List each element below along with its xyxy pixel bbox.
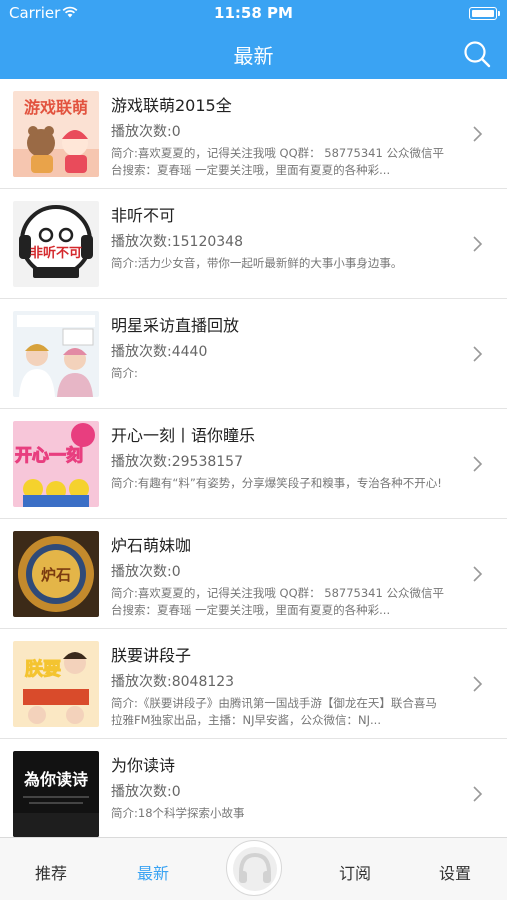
chevron-right-icon	[473, 456, 483, 472]
album-title: 开心一刻丨语你瞳乐	[111, 426, 256, 445]
album-title: 炉石萌妹咖	[111, 536, 192, 555]
album-description: 简介:活力少女音，带你一起听最新鲜的大事小事身边事。	[111, 256, 403, 270]
svg-text:开心一刻: 开心一刻	[15, 445, 83, 466]
album-title: 非听不可	[111, 206, 176, 225]
tab-subscribe[interactable]: 订阅	[315, 860, 395, 884]
svg-text:炉石: 炉石	[41, 566, 71, 584]
chevron-right-icon	[473, 236, 483, 252]
album-title: 游戏联萌2015全	[111, 96, 232, 115]
svg-text:游戏联萌: 游戏联萌	[24, 98, 88, 117]
tab-latest[interactable]: 最新	[113, 860, 193, 884]
album-cover: 游戏联萌	[13, 91, 99, 177]
headphones-icon	[233, 847, 277, 891]
play-count: 播放次数:0	[111, 124, 181, 140]
album-description: 简介:	[111, 366, 138, 380]
tab-bar: 推荐 最新 订阅 设置	[0, 837, 507, 900]
list-item[interactable]: 非听不可 非听不可 播放次数:15120348 简介:活力少女音，带你一起听最新…	[0, 189, 507, 299]
list-item[interactable]: 炉石 炉石萌妹咖 播放次数:0 简介:喜欢夏夏的，记得关注我哦 QQ群： 587…	[0, 519, 507, 629]
album-cover: 开心一刻	[13, 421, 99, 507]
list-item[interactable]: 游戏联萌 游戏联萌2015全 播放次数:0 简介:喜欢夏夏的，记得关注我哦 QQ…	[0, 79, 507, 189]
status-bar: Carrier 11:58 PM	[0, 0, 507, 28]
header: Carrier 11:58 PM 最新	[0, 0, 507, 79]
album-title: 为你读诗	[111, 756, 176, 775]
chevron-right-icon	[473, 566, 483, 582]
play-count: 播放次数:4440	[111, 344, 208, 360]
play-count: 播放次数:15120348	[111, 234, 243, 250]
list-item[interactable]: 朕要 朕要讲段子 播放次数:8048123 简介:《朕要讲段子》由腾讯第一国战手…	[0, 629, 507, 739]
play-count: 播放次数:8048123	[111, 674, 235, 690]
battery-icon	[469, 7, 497, 20]
album-title: 明星采访直播回放	[111, 316, 240, 335]
album-cover	[13, 311, 99, 397]
page-title: 最新	[233, 44, 274, 68]
center-play-button[interactable]	[226, 840, 282, 896]
search-icon[interactable]	[462, 39, 492, 69]
play-count: 播放次数:0	[111, 784, 181, 800]
chevron-right-icon	[473, 676, 483, 692]
album-cover: 朕要	[13, 641, 99, 727]
album-description: 简介:《朕要讲段子》由腾讯第一国战手游【御龙在天】联合喜马拉雅FM独家出品，主播…	[111, 696, 437, 727]
album-cover: 炉石	[13, 531, 99, 617]
album-cover: 為你读诗	[13, 751, 99, 837]
play-count: 播放次数:0	[111, 564, 181, 580]
album-title: 朕要讲段子	[111, 646, 192, 665]
svg-text:非听不可: 非听不可	[30, 245, 82, 261]
album-list: 游戏联萌 游戏联萌2015全 播放次数:0 简介:喜欢夏夏的，记得关注我哦 QQ…	[0, 79, 507, 837]
chevron-right-icon	[473, 786, 483, 802]
album-description: 简介:有趣有“料”有姿势，分享爆笑段子和糗事，专治各种不开心!	[111, 476, 442, 490]
album-description: 简介:18个科学探索小故事	[111, 806, 245, 820]
list-item[interactable]: 开心一刻 开心一刻丨语你瞳乐 播放次数:29538157 简介:有趣有“料”有姿…	[0, 409, 507, 519]
chevron-right-icon	[473, 346, 483, 362]
svg-text:為你读诗: 為你读诗	[24, 770, 88, 789]
status-time: 11:58 PM	[214, 4, 293, 22]
album-description: 简介:喜欢夏夏的，记得关注我哦 QQ群： 58775341 公众微信平台搜索：夏…	[111, 586, 444, 617]
chevron-right-icon	[473, 126, 483, 142]
list-item[interactable]: 為你读诗 为你读诗 播放次数:0 简介:18个科学探索小故事	[0, 739, 507, 837]
album-description: 简介:喜欢夏夏的，记得关注我哦 QQ群： 58775341 公众微信平台搜索：夏…	[111, 146, 444, 177]
list-item[interactable]: 明星采访直播回放 播放次数:4440 简介:	[0, 299, 507, 409]
tab-recommend[interactable]: 推荐	[11, 860, 91, 884]
svg-text:朕要: 朕要	[25, 658, 61, 680]
album-cover: 非听不可	[13, 201, 99, 287]
play-count: 播放次数:29538157	[111, 454, 243, 470]
tab-settings[interactable]: 设置	[415, 860, 495, 884]
